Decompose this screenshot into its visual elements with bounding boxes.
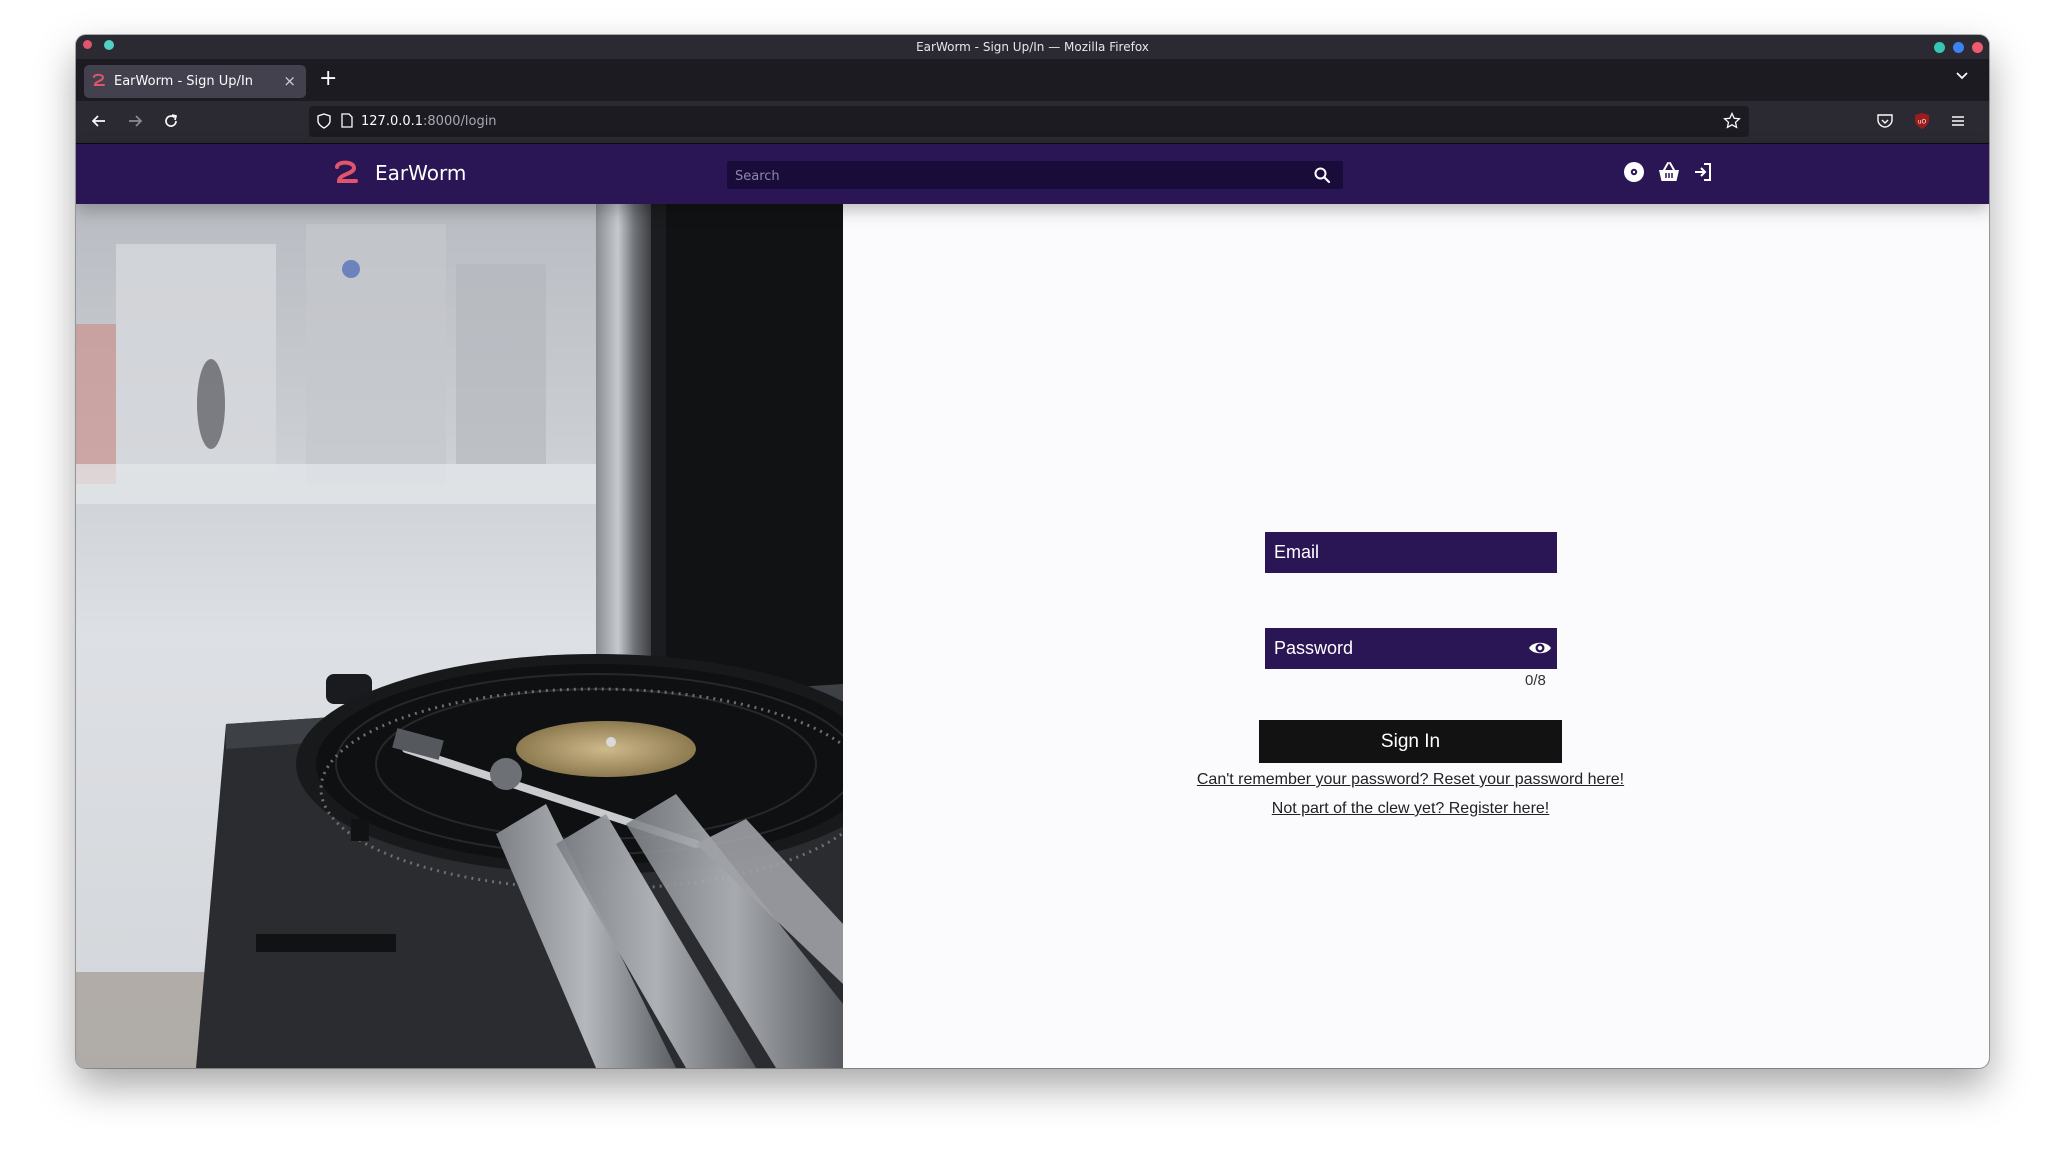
page-info-icon[interactable]: [341, 113, 353, 128]
pocket-icon[interactable]: [1876, 112, 1894, 130]
shield-icon[interactable]: [317, 113, 331, 129]
earworm-logo-icon[interactable]: [333, 160, 359, 188]
turntable-illustration: [76, 204, 843, 1068]
password-length-counter: 0/8: [1525, 672, 1546, 689]
browser-window: EarWorm - Sign Up/In — Mozilla Firefox E…: [76, 35, 1989, 1068]
basket-icon[interactable]: [1657, 161, 1681, 183]
tab-close-icon[interactable]: ×: [283, 72, 296, 90]
url-text[interactable]: 127.0.0.1:8000/login: [361, 114, 497, 129]
url-bar[interactable]: 127.0.0.1:8000/login: [309, 106, 1749, 137]
hero-turntable-image: [76, 204, 843, 1068]
register-link[interactable]: Not part of the clew yet? Register here!: [1173, 800, 1648, 818]
ublock-extension-icon[interactable]: uO: [1913, 112, 1931, 130]
tab-list-chevron-icon[interactable]: [1955, 71, 1969, 81]
vinyl-record-icon[interactable]: [1623, 161, 1645, 183]
title-bar: EarWorm - Sign Up/In — Mozilla Firefox: [76, 35, 1989, 59]
back-arrow-icon[interactable]: [90, 112, 108, 130]
bookmark-star-icon[interactable]: [1723, 112, 1741, 130]
password-field[interactable]: [1265, 628, 1515, 669]
maximize-button[interactable]: [1953, 42, 1964, 53]
show-password-eye-icon[interactable]: [1528, 639, 1552, 657]
tab-strip: EarWorm - Sign Up/In × +: [76, 59, 1989, 101]
url-host: 127.0.0.1: [361, 114, 424, 129]
tab-title: EarWorm - Sign Up/In: [114, 74, 254, 89]
site-search: [727, 161, 1343, 191]
navigation-bar: 127.0.0.1:8000/login uO: [76, 101, 1989, 144]
new-tab-button[interactable]: +: [319, 68, 337, 90]
window-title: EarWorm - Sign Up/In — Mozilla Firefox: [916, 40, 1149, 54]
page-content: EarWorm Search Email 0/8 Sign In Can't r…: [76, 144, 1989, 1068]
sign-in-icon[interactable]: [1692, 161, 1714, 183]
email-field[interactable]: [1265, 532, 1557, 573]
svg-text:uO: uO: [1918, 119, 1927, 126]
url-path: :8000/login: [423, 114, 497, 129]
tab-earworm[interactable]: EarWorm - Sign Up/In ×: [84, 65, 306, 98]
site-header: EarWorm: [76, 144, 1989, 204]
earworm-favicon-icon: [93, 73, 105, 86]
password-field-container: [1265, 628, 1557, 669]
close-window-button[interactable]: [1972, 42, 1983, 53]
hamburger-menu-icon[interactable]: [1949, 112, 1967, 130]
forward-arrow-icon[interactable]: [126, 112, 144, 130]
sign-in-button[interactable]: Sign In: [1259, 720, 1562, 763]
login-form: 0/8 Sign In Can't remember your password…: [843, 204, 1989, 1068]
search-icon[interactable]: [1313, 166, 1331, 184]
reset-password-link[interactable]: Can't remember your password? Reset your…: [1173, 771, 1648, 789]
minimize-button[interactable]: [1934, 42, 1945, 53]
reload-icon[interactable]: [162, 112, 180, 130]
email-field-container: [1265, 532, 1557, 573]
site-search-input[interactable]: [727, 161, 1297, 191]
brand-name[interactable]: EarWorm: [375, 161, 466, 185]
